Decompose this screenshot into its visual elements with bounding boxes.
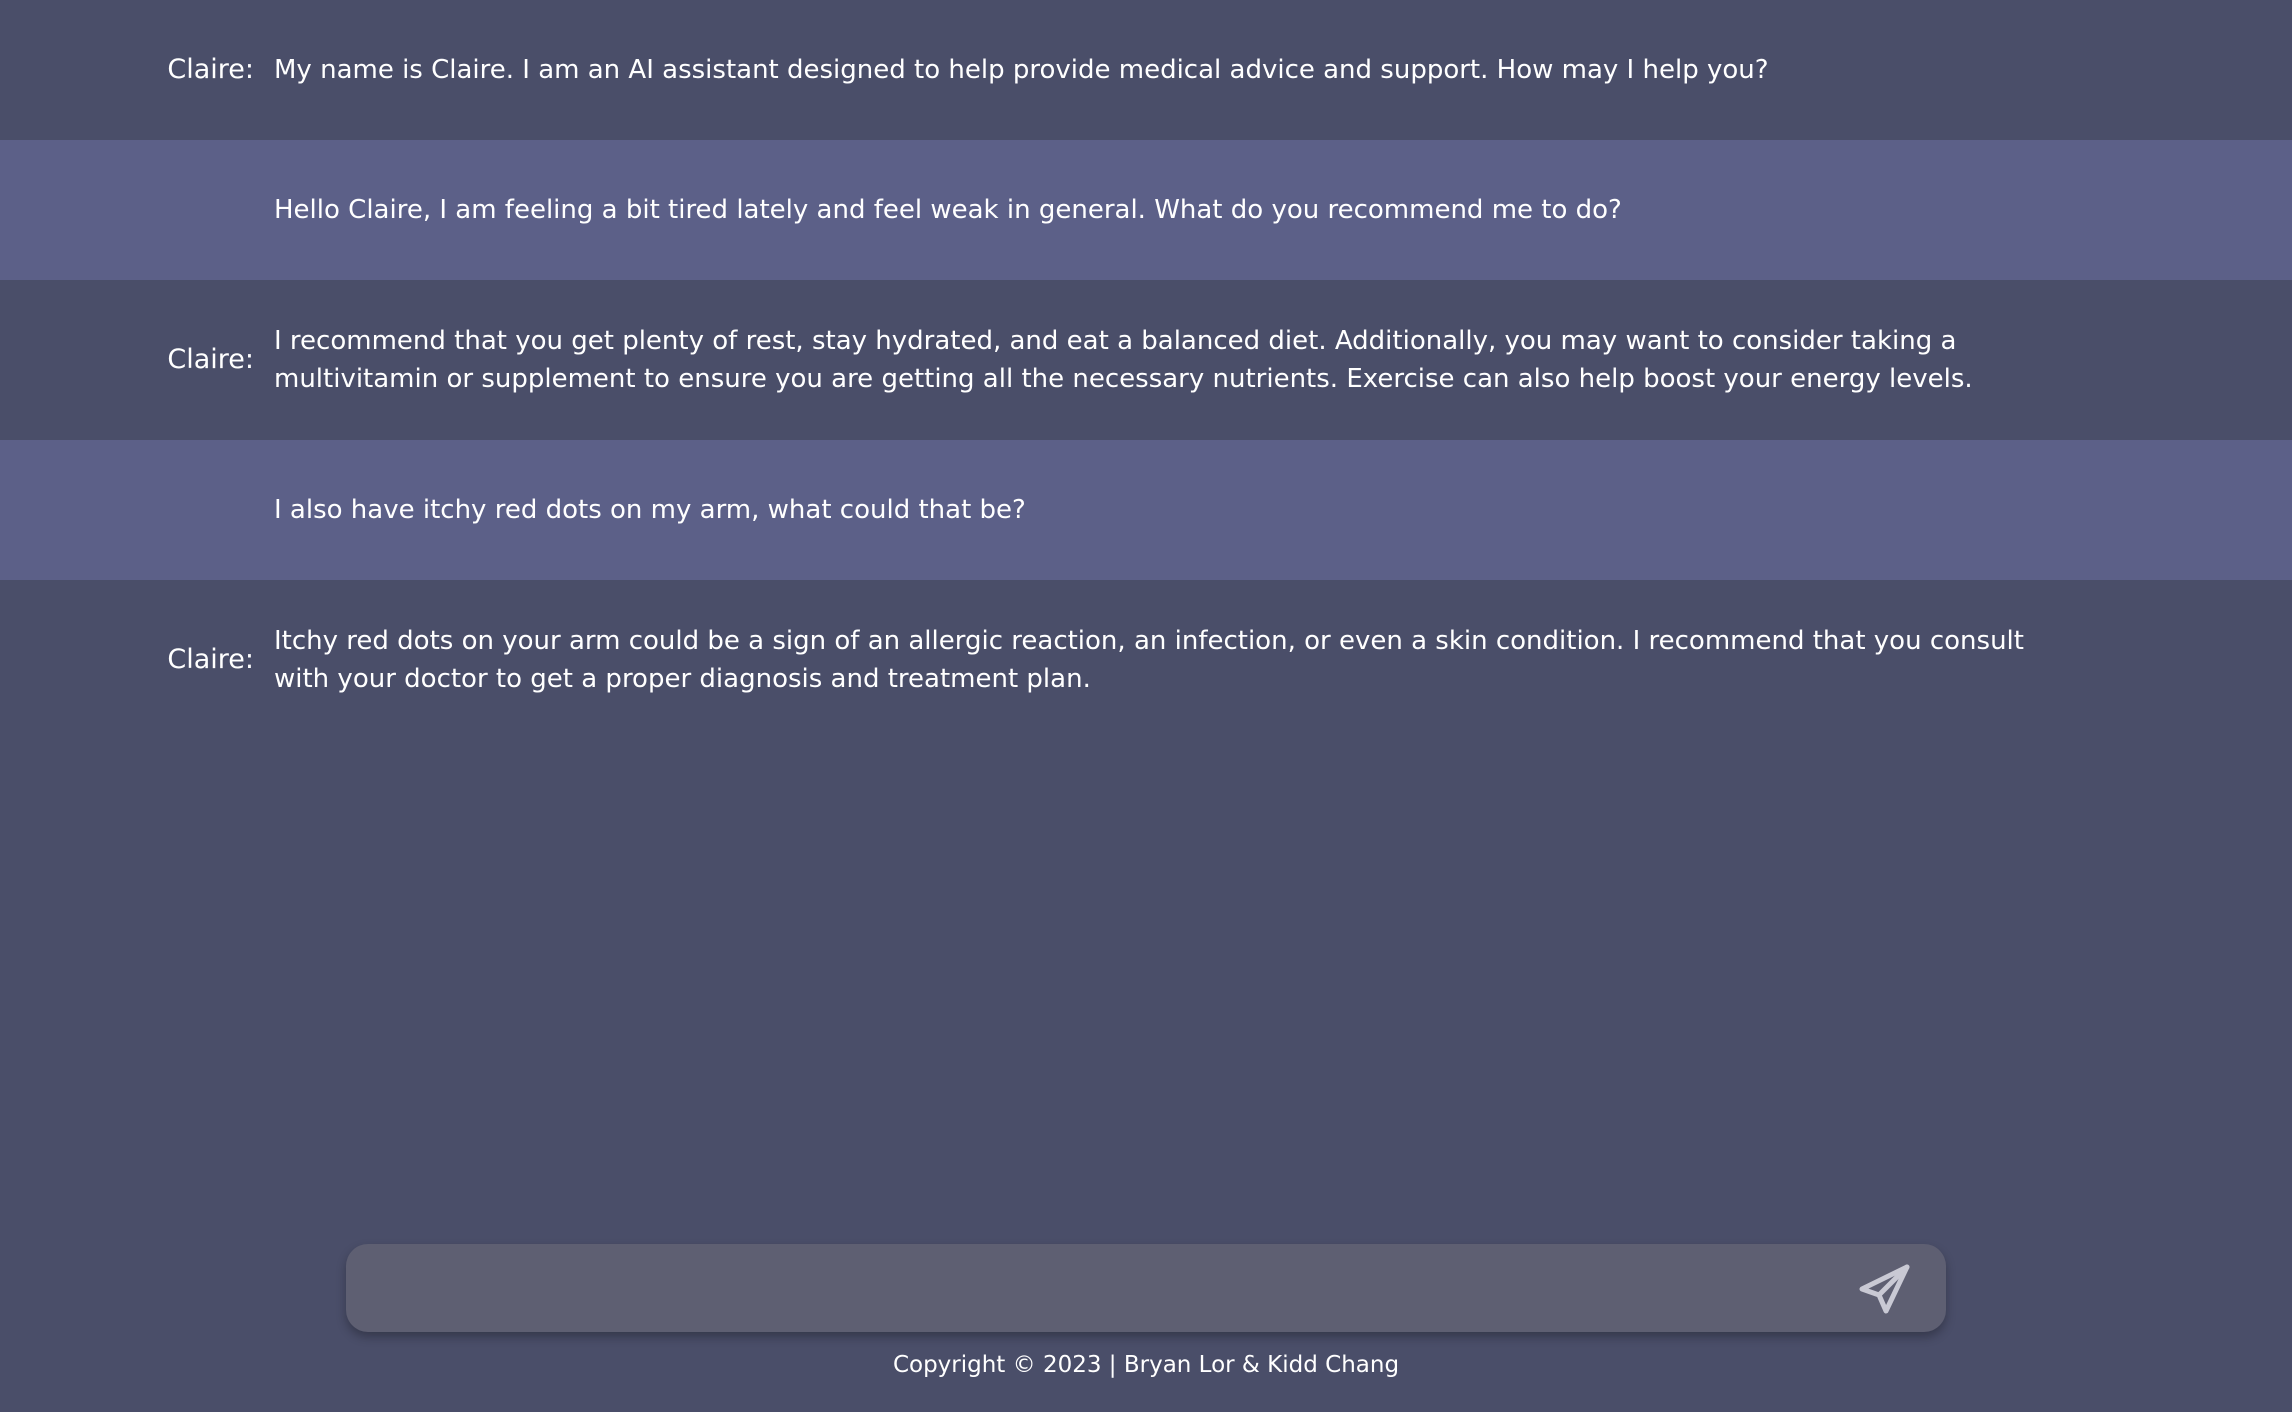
speaker-label: Claire: — [167, 54, 254, 85]
message-text: I recommend that you get plenty of rest,… — [274, 326, 1973, 394]
chat-app: Claire: My name is Claire. I am an AI as… — [0, 0, 2292, 1412]
speaker-label: Claire: — [167, 644, 254, 675]
message-text: Itchy red dots on your arm could be a si… — [274, 626, 2024, 694]
send-button[interactable] — [1858, 1262, 1912, 1316]
send-icon — [1859, 1264, 1910, 1314]
assistant-message: Claire: I recommend that you get plenty … — [0, 280, 2292, 440]
message-composer — [346, 1244, 1946, 1334]
message-text: My name is Claire. I am an AI assistant … — [274, 55, 1769, 85]
message-text: Hello Claire, I am feeling a bit tired l… — [274, 195, 1622, 225]
user-message: I also have itchy red dots on my arm, wh… — [0, 440, 2292, 580]
assistant-message: Claire: My name is Claire. I am an AI as… — [0, 0, 2292, 140]
message-input[interactable] — [376, 1244, 1820, 1334]
speaker-label: Claire: — [167, 344, 254, 375]
chat-log: Claire: My name is Claire. I am an AI as… — [0, 0, 2292, 740]
assistant-message: Claire: Itchy red dots on your arm could… — [0, 580, 2292, 740]
user-message: Hello Claire, I am feeling a bit tired l… — [0, 140, 2292, 280]
copyright-footer: Copyright © 2023 | Bryan Lor & Kidd Chan… — [892, 1352, 1400, 1378]
message-text: I also have itchy red dots on my arm, wh… — [274, 495, 1026, 525]
